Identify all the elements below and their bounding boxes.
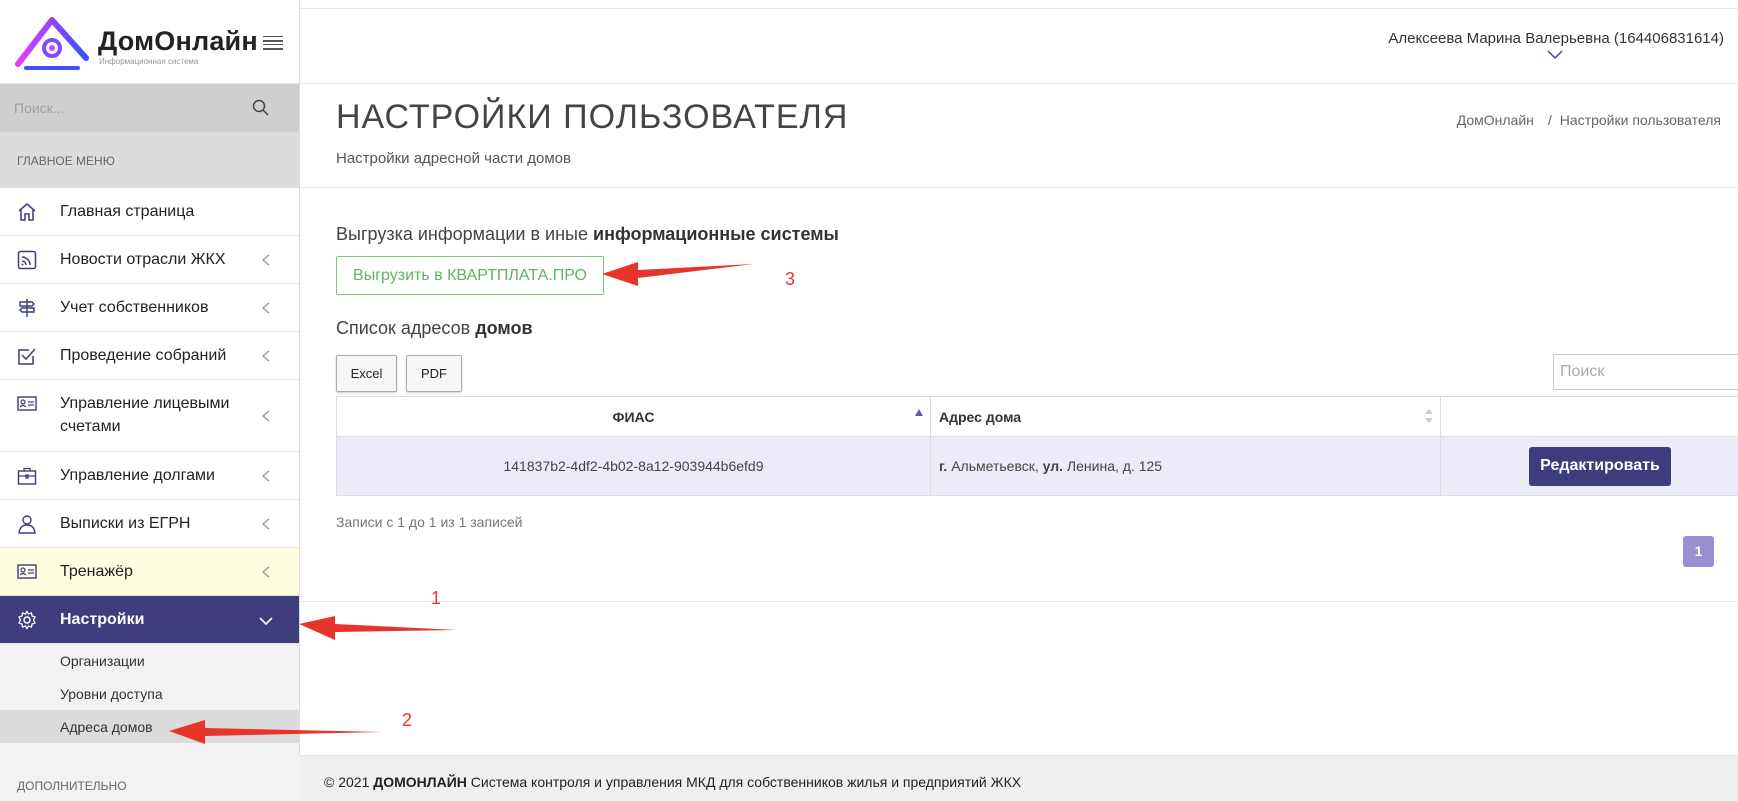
sidebar-item-label: Управление долгами [60,467,215,484]
logo-name: ДомОнлайн [98,26,258,56]
search-icon[interactable] [252,99,270,117]
annotation-label-2: 2 [402,710,413,730]
briefcase-icon [17,467,37,485]
sidebar-item-label: Главная страница [60,203,195,220]
chevron-down-icon [259,617,273,626]
column-header-actions[interactable] [1440,396,1738,437]
sidebar-search [0,84,299,132]
extra-menu-header: ДОПОЛНИТЕЛЬНО [0,755,300,801]
rss-icon [17,250,37,270]
sidebar: ДомОнлайн Информационная система ГЛАВНОЕ… [0,0,300,801]
sidebar-item-label: Учет собственников [60,299,209,316]
column-header-fias[interactable]: ФИАС [336,396,931,437]
chevron-left-icon [262,302,270,314]
sidebar-item-label: Новости отрасли ЖКХ [60,251,226,268]
hamburger-menu-icon[interactable] [263,36,283,50]
addresses-table: ФИАС Адрес дома 141837b2-4df2-4b02-8a12-… [336,396,1738,496]
breadcrumb-current: Настройки пользователя [1559,112,1721,128]
sidebar-search-input[interactable] [0,84,240,132]
annotation-arrow-2 [169,720,383,744]
breadcrumb: ДомОнлайн / Настройки пользователя [1457,112,1721,128]
sidebar-item-label: Выписки из ЕГРН [60,515,191,532]
top-bar: Алексеева Марина Валерьевна (16440683161… [300,0,1738,84]
edit-button[interactable]: Редактировать [1529,446,1671,486]
user-name[interactable]: Алексеева Марина Валерьевна (16440683161… [1388,30,1724,47]
chevron-left-icon [262,254,270,266]
chevron-left-icon [262,350,270,362]
sidebar-item-debts[interactable]: Управление долгами [0,452,299,500]
pagination-page-1[interactable]: 1 [1683,536,1714,567]
sidebar-item-owners[interactable]: Учет собственников [0,284,299,332]
export-section-title: Выгрузка информации в иные информационны… [336,224,839,244]
sidebar-item-egrn[interactable]: Выписки из ЕГРН [0,500,299,548]
main-menu: Главная страница Новости отрасли ЖКХ Уче… [0,188,299,644]
sidebar-item-meetings[interactable]: Проведение собраний [0,332,299,380]
logo-icon [15,17,89,70]
chevron-left-icon [262,566,270,578]
id-card-icon [17,396,37,411]
page-title: НАСТРОЙКИ ПОЛЬЗОВАТЕЛЯ [336,98,849,136]
sidebar-item-label: Управление лицевыми счетами [60,395,230,435]
sort-icon [1425,409,1433,423]
fias-cell: 141837b2-4df2-4b02-8a12-903944b6efd9 [336,436,931,496]
sidebar-item-trainer[interactable]: Тренажёр [0,548,299,596]
main-menu-header: ГЛАВНОЕ МЕНЮ [0,132,299,188]
column-header-address[interactable]: Адрес дома [930,396,1441,437]
signpost-icon [19,299,35,317]
breadcrumb-home-link[interactable]: ДомОнлайн [1457,112,1534,128]
pdf-export-button[interactable]: PDF [406,355,462,392]
home-icon [18,203,36,221]
annotation-arrow-3 [602,262,754,286]
sidebar-item-label: Тренажёр [60,563,133,580]
sidebar-item-settings[interactable]: Настройки [0,596,299,644]
actions-cell: Редактировать [1440,436,1738,496]
main-content: Выгрузка информации в иные информационны… [300,188,1738,602]
user-icon [18,515,36,534]
table-search-input[interactable] [1553,354,1738,390]
annotation-label-1: 1 [431,588,442,608]
page-header: НАСТРОЙКИ ПОЛЬЗОВАТЕЛЯ Настройки адресно… [300,84,1738,188]
breadcrumb-separator: / [1547,112,1552,128]
chevron-down-icon[interactable] [1547,50,1563,60]
sidebar-item-label: Настройки [60,611,145,628]
submenu-item-organizations[interactable]: Организации [0,644,299,677]
logo[interactable]: ДомОнлайн Информационная система [0,0,299,84]
chevron-left-icon [262,470,270,482]
export-kvartplata-button[interactable]: Выгрузить в КВАРТПЛАТА.ПРО [336,256,604,295]
sidebar-item-accounts[interactable]: Управление лицевыми счетами [0,380,299,452]
footer-brand: ДОМОНЛАЙН [373,774,467,790]
records-info: Записи с 1 до 1 из 1 записей [336,514,523,530]
sidebar-item-news[interactable]: Новости отрасли ЖКХ [0,236,299,284]
footer: © 2021 ДОМОНЛАЙН Система контроля и упра… [300,755,1738,801]
address-list-title: Список адресов домов [336,318,533,338]
chevron-left-icon [262,410,270,422]
chevron-left-icon [262,518,270,530]
sort-asc-icon [915,409,923,416]
sidebar-item-home[interactable]: Главная страница [0,188,299,236]
address-cell: г. Альметьевск, ул. Ленина, д. 125 [930,436,1441,496]
table-row: 141837b2-4df2-4b02-8a12-903944b6efd9 г. … [336,436,1738,496]
excel-export-button[interactable]: Excel [336,355,397,392]
logo-subtitle: Информационная система [99,57,199,66]
gear-icon [18,610,36,630]
page-subtitle: Настройки адресной части домов [336,150,571,167]
sidebar-item-label: Проведение собраний [60,347,227,364]
annotation-label-3: 3 [785,269,796,289]
id-card-icon [17,564,37,579]
checkbox-icon [18,348,36,365]
